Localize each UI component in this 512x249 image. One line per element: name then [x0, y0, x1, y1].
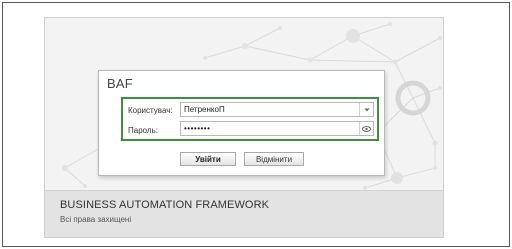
password-field[interactable]: ••••••••: [180, 121, 374, 136]
show-password-button[interactable]: [359, 122, 373, 135]
copyright-text: Всі права захищені: [60, 215, 132, 224]
dialog-title: BAF: [107, 76, 133, 91]
user-label: Користувач:: [128, 106, 173, 115]
screenshot-frame: BAF Користувач: ПетренкоП Пароль: ••••••…: [2, 2, 510, 247]
password-field-value: ••••••••: [184, 124, 211, 133]
user-field[interactable]: ПетренкоП: [180, 102, 374, 117]
user-field-value: ПетренкоП: [184, 105, 225, 114]
login-dialog: BAF Користувач: ПетренкоП Пароль: ••••••…: [98, 70, 385, 176]
login-button[interactable]: Увійти: [180, 152, 236, 166]
user-dropdown-button[interactable]: [359, 103, 373, 116]
cancel-button[interactable]: Відмінити: [244, 152, 304, 166]
credentials-highlight-box: Користувач: ПетренкоП Пароль: ••••••••: [121, 97, 379, 141]
footer-band: BUSINESS AUTOMATION FRAMEWORK Всі права …: [45, 190, 443, 237]
product-title: BUSINESS AUTOMATION FRAMEWORK: [60, 199, 270, 211]
password-label: Пароль:: [128, 126, 158, 135]
chevron-down-icon: [364, 108, 369, 111]
login-screen: BAF Користувач: ПетренкоП Пароль: ••••••…: [44, 17, 444, 238]
eye-icon: [362, 125, 371, 132]
